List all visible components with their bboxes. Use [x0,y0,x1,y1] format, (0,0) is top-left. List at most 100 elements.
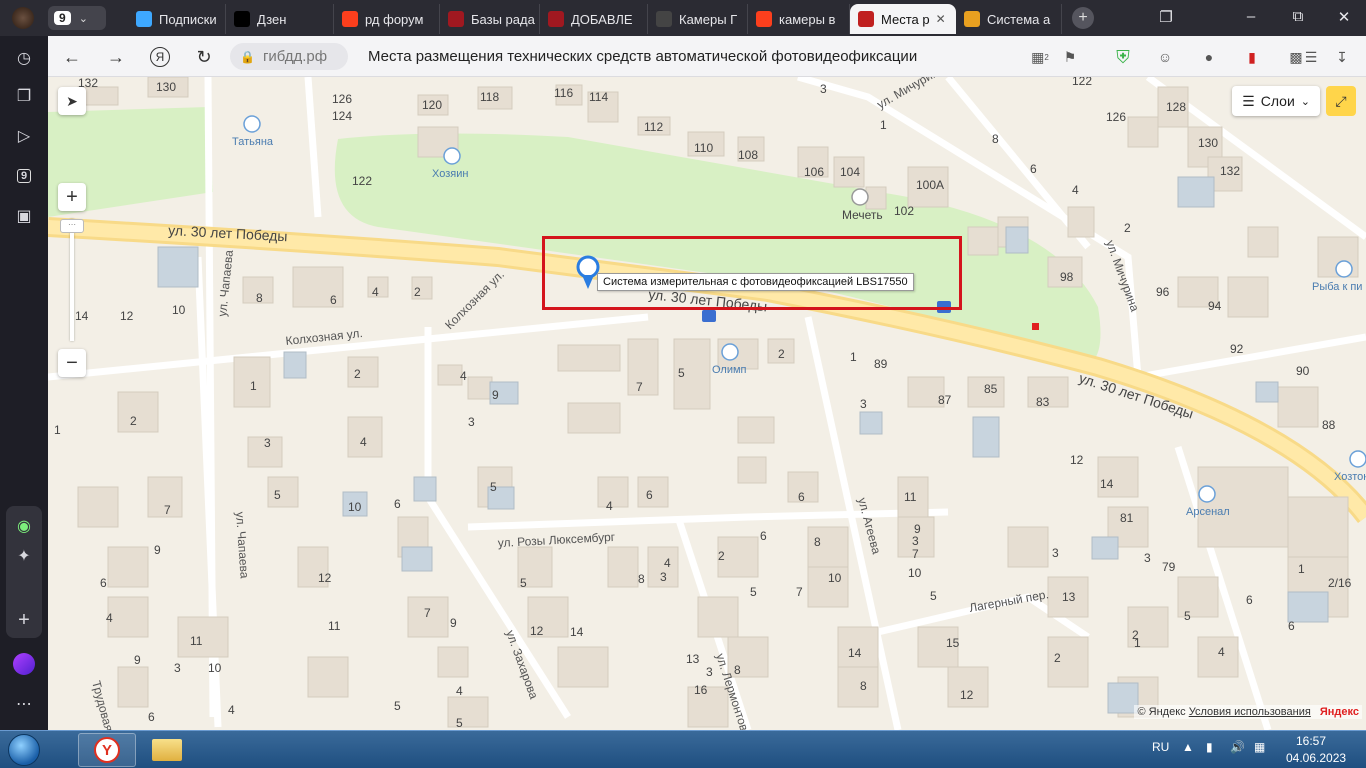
restore-button[interactable]: ⧉ [1288,8,1308,25]
house-number-label: 112 [644,120,663,134]
geolocation-button[interactable]: ➤ [58,87,86,115]
tab-counter-button[interactable]: 9 ⌄ [48,6,106,30]
network-icon[interactable]: ▦ [1254,740,1265,754]
house-number-label: 114 [589,90,608,104]
house-number-label: 6 [394,497,401,511]
page-title[interactable]: Места размещения технических средств авт… [368,48,917,65]
house-number-label: 89 [874,357,888,371]
more-icon[interactable]: ⋯ [10,690,38,718]
house-number-label: 1 [1298,562,1305,576]
house-number-label: 102 [894,204,914,218]
tray-expand-icon[interactable]: ▲ [1182,740,1194,754]
bookmark-icon[interactable]: ⚑ [1059,46,1081,68]
zoom-in-button[interactable]: + [58,183,86,211]
house-number-label: 7 [796,585,803,599]
close-tab-icon[interactable]: ✕ [936,12,946,26]
house-number-label: 3 [174,661,181,675]
profile-avatar[interactable] [12,7,34,29]
zoom-out-button[interactable]: − [58,349,86,377]
house-number-label: 6 [646,488,653,502]
house-number-label: 8 [860,679,867,693]
house-number-label: 98 [1060,270,1074,284]
bookmarks-panel-icon[interactable]: ❐ [1156,8,1176,26]
back-button[interactable]: ← [60,45,84,69]
house-number-label: 2 [1054,651,1061,665]
forward-button[interactable]: → [104,45,128,69]
house-number-label: 132 [1220,164,1240,178]
browser-tab[interactable]: Дзен [226,4,334,34]
house-number-label: 10 [172,303,186,317]
browser-tab[interactable]: камеры в [748,4,850,34]
start-button[interactable] [4,732,44,768]
yandex-home-button[interactable]: Я [148,45,172,69]
browser-tab[interactable]: Базы рада [440,4,540,34]
map-canvas[interactable]: 132 130 126 124 120 118 116 114 112 110 108 106 104 1… [48,77,1366,730]
browser-tab[interactable]: ДОБАВЛЕ [540,4,648,34]
collections-icon[interactable]: ❐ [10,82,38,110]
yandex-icon [342,11,358,27]
browser-tab[interactable]: Камеры Г [648,4,748,34]
download-icon[interactable]: ↧ [1331,46,1353,68]
poi-label: Хозтон [1334,471,1366,483]
history-icon[interactable]: ◷ [10,44,38,72]
house-number-label: 14 [848,646,862,660]
house-number-label: 9 [134,653,141,667]
url-domain-field[interactable]: 🔒 гибдд.рф [230,43,348,70]
tab-label: ДОБАВЛЕ [571,11,633,27]
tab-strip: 9 ⌄ Подписки Дзен рд форум Базы рада ДОБАВЛЕ… [0,0,1366,36]
house-number-label: 14 [570,625,584,639]
browser-tab[interactable]: рд форум [334,4,440,34]
fullscreen-button[interactable]: ⤢ [1326,86,1356,116]
house-number-label: 12 [120,309,134,323]
house-number-label: 6 [1246,593,1253,607]
house-number-label: 4 [460,369,467,383]
navigation-arrow-icon: ➤ [66,92,78,109]
bus-stop-icon [702,310,716,322]
dzen-icon [234,11,250,27]
map-copyright: © Яндекс Условия использования Яндекс [1134,705,1362,719]
dog-extension-icon[interactable]: ☺ [1154,46,1176,68]
language-indicator[interactable]: RU [1152,740,1169,754]
radar-extension-icon[interactable]: ▮ [1241,46,1263,68]
clock-time[interactable]: 16:57 [1296,734,1326,748]
house-number-label: 87 [938,393,952,407]
zoom-slider-track[interactable]: ⋯ [60,219,84,341]
menu-icon[interactable]: ☰ [1300,46,1322,68]
close-window-button[interactable]: ✕ [1334,8,1354,26]
terms-link[interactable]: Условия использования [1189,706,1311,718]
clock-date[interactable]: 04.06.2023 [1286,751,1346,765]
device-icon[interactable]: ▮ [1206,740,1213,754]
screenshot-icon[interactable]: ▣ [10,202,38,230]
house-number-label: 104 [840,165,860,179]
vpn-extension-icon[interactable]: ● [1198,46,1220,68]
new-tab-button[interactable]: + [1072,7,1094,29]
extension-counter-icon[interactable]: ▦ 2 [1029,46,1051,68]
taskbar-yandex-browser[interactable]: Y [78,733,136,767]
browser-tab[interactable]: Места р ✕ [850,4,956,34]
house-number-label: 2 [414,285,421,299]
alice-assistant-icon[interactable]: ◉ [10,512,38,540]
zoom-slider-handle[interactable]: ⋯ [60,219,84,233]
poi-label: Олимп [712,364,747,376]
tab-counter-sidebar-icon[interactable]: 9 [10,162,38,190]
street-label: ул. Чапаева [233,511,252,579]
minimize-button[interactable]: – [1241,8,1261,25]
protect-shield-icon[interactable]: ⛨ [1112,46,1134,68]
layers-button[interactable]: ☰ Слои ⌄ [1232,86,1320,116]
house-number-label: 4 [106,611,113,625]
alice-icon[interactable] [10,650,38,678]
add-sidebar-app-icon[interactable]: + [10,606,38,634]
sparkle-icon[interactable]: ✦ [10,542,38,570]
video-icon[interactable]: ▷ [10,122,38,150]
reload-button[interactable]: ↻ [192,45,216,69]
volume-icon[interactable]: 🔊 [1230,740,1245,754]
browser-tab[interactable]: Система а [956,4,1062,34]
house-number-label: 2 [1124,221,1131,235]
taskbar-explorer[interactable] [138,733,196,767]
house-number-label: 118 [480,90,499,104]
folder-icon [152,739,182,761]
browser-sidebar: ◷ ❐ ▷ 9 ▣ ◉ ✦ + ⋯ [0,36,48,730]
house-number-label: 7 [424,606,431,620]
tab-label: Дзен [257,11,287,27]
browser-tab[interactable]: Подписки [128,4,226,34]
